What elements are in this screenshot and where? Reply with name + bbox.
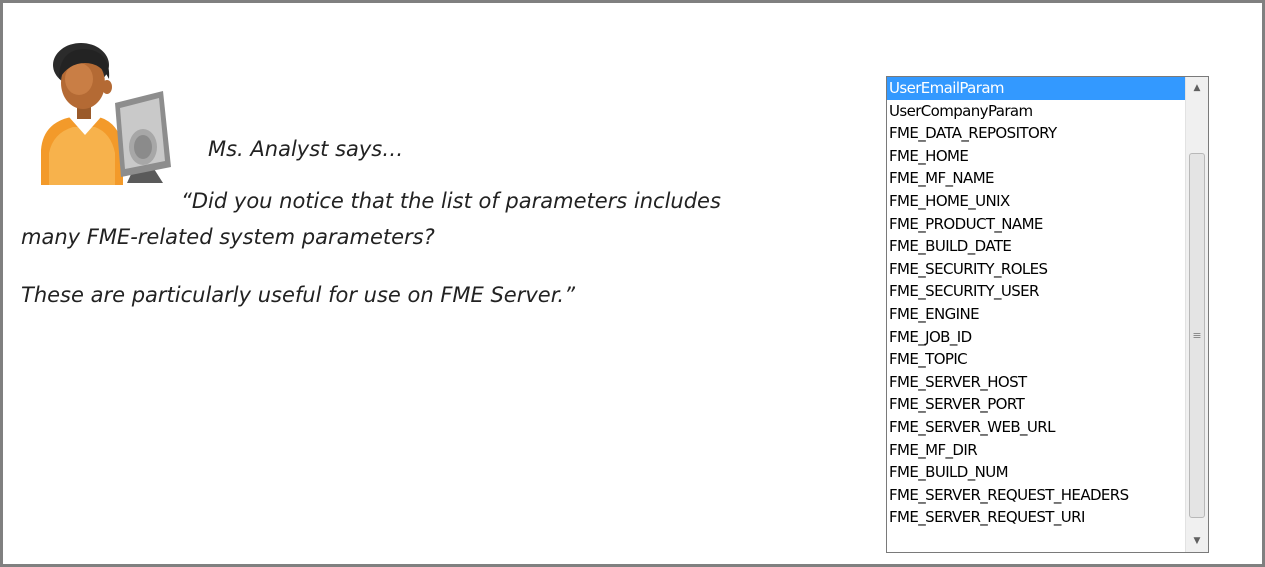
parameter-listbox[interactable]: UserEmailParam UserCompanyParam FME_DATA_R… — [886, 76, 1209, 553]
scroll-down-arrow-icon[interactable]: ▼ — [1186, 530, 1208, 552]
scroll-up-arrow-icon[interactable]: ▲ — [1186, 77, 1208, 99]
list-item[interactable]: FME_SECURITY_USER — [887, 280, 1185, 303]
quote-line-1: “Did you notice that the list of paramet… — [181, 189, 721, 213]
parameter-list[interactable]: UserEmailParam UserCompanyParam FME_DATA_R… — [887, 77, 1185, 552]
list-item[interactable]: FME_PRODUCT_NAME — [887, 213, 1185, 236]
list-item[interactable]: FME_SERVER_REQUEST_HEADERS — [887, 484, 1185, 507]
list-item[interactable]: FME_HOME_UNIX — [887, 190, 1185, 213]
quote-text: “Did you notice that the list of paramet… — [21, 183, 881, 313]
list-item[interactable]: FME_JOB_ID — [887, 326, 1185, 349]
list-item[interactable]: FME_SERVER_HOST — [887, 371, 1185, 394]
list-item[interactable]: FME_SERVER_PORT — [887, 393, 1185, 416]
list-item[interactable]: UserEmailParam — [887, 77, 1185, 100]
list-item[interactable]: FME_BUILD_NUM — [887, 461, 1185, 484]
list-item[interactable]: FME_MF_DIR — [887, 439, 1185, 462]
speaker-label: Ms. Analyst says… — [208, 137, 404, 161]
list-item[interactable]: FME_SERVER_WEB_URL — [887, 416, 1185, 439]
list-item[interactable]: FME_SERVER_REQUEST_URI — [887, 506, 1185, 529]
list-item[interactable]: FME_ENGINE — [887, 303, 1185, 326]
list-item[interactable]: FME_MF_NAME — [887, 167, 1185, 190]
callout-frame: Ms. Analyst says… “Did you notice that t… — [0, 0, 1265, 567]
list-item[interactable]: FME_DATA_REPOSITORY — [887, 122, 1185, 145]
scroll-grip-icon: ≡ — [1192, 328, 1202, 342]
quote-line-2: many FME-related system parameters? — [21, 225, 435, 249]
list-item[interactable]: FME_TOPIC — [887, 348, 1185, 371]
list-item[interactable]: FME_HOME — [887, 145, 1185, 168]
list-item[interactable]: UserCompanyParam — [887, 100, 1185, 123]
analyst-avatar-icon — [41, 43, 171, 185]
vertical-scrollbar[interactable]: ▲ ≡ ▼ — [1185, 77, 1208, 552]
quote-line-3: These are particularly useful for use on… — [21, 283, 575, 307]
scrollbar-thumb[interactable]: ≡ — [1189, 153, 1205, 518]
list-item[interactable]: FME_BUILD_DATE — [887, 235, 1185, 258]
list-item[interactable]: FME_SECURITY_ROLES — [887, 258, 1185, 281]
